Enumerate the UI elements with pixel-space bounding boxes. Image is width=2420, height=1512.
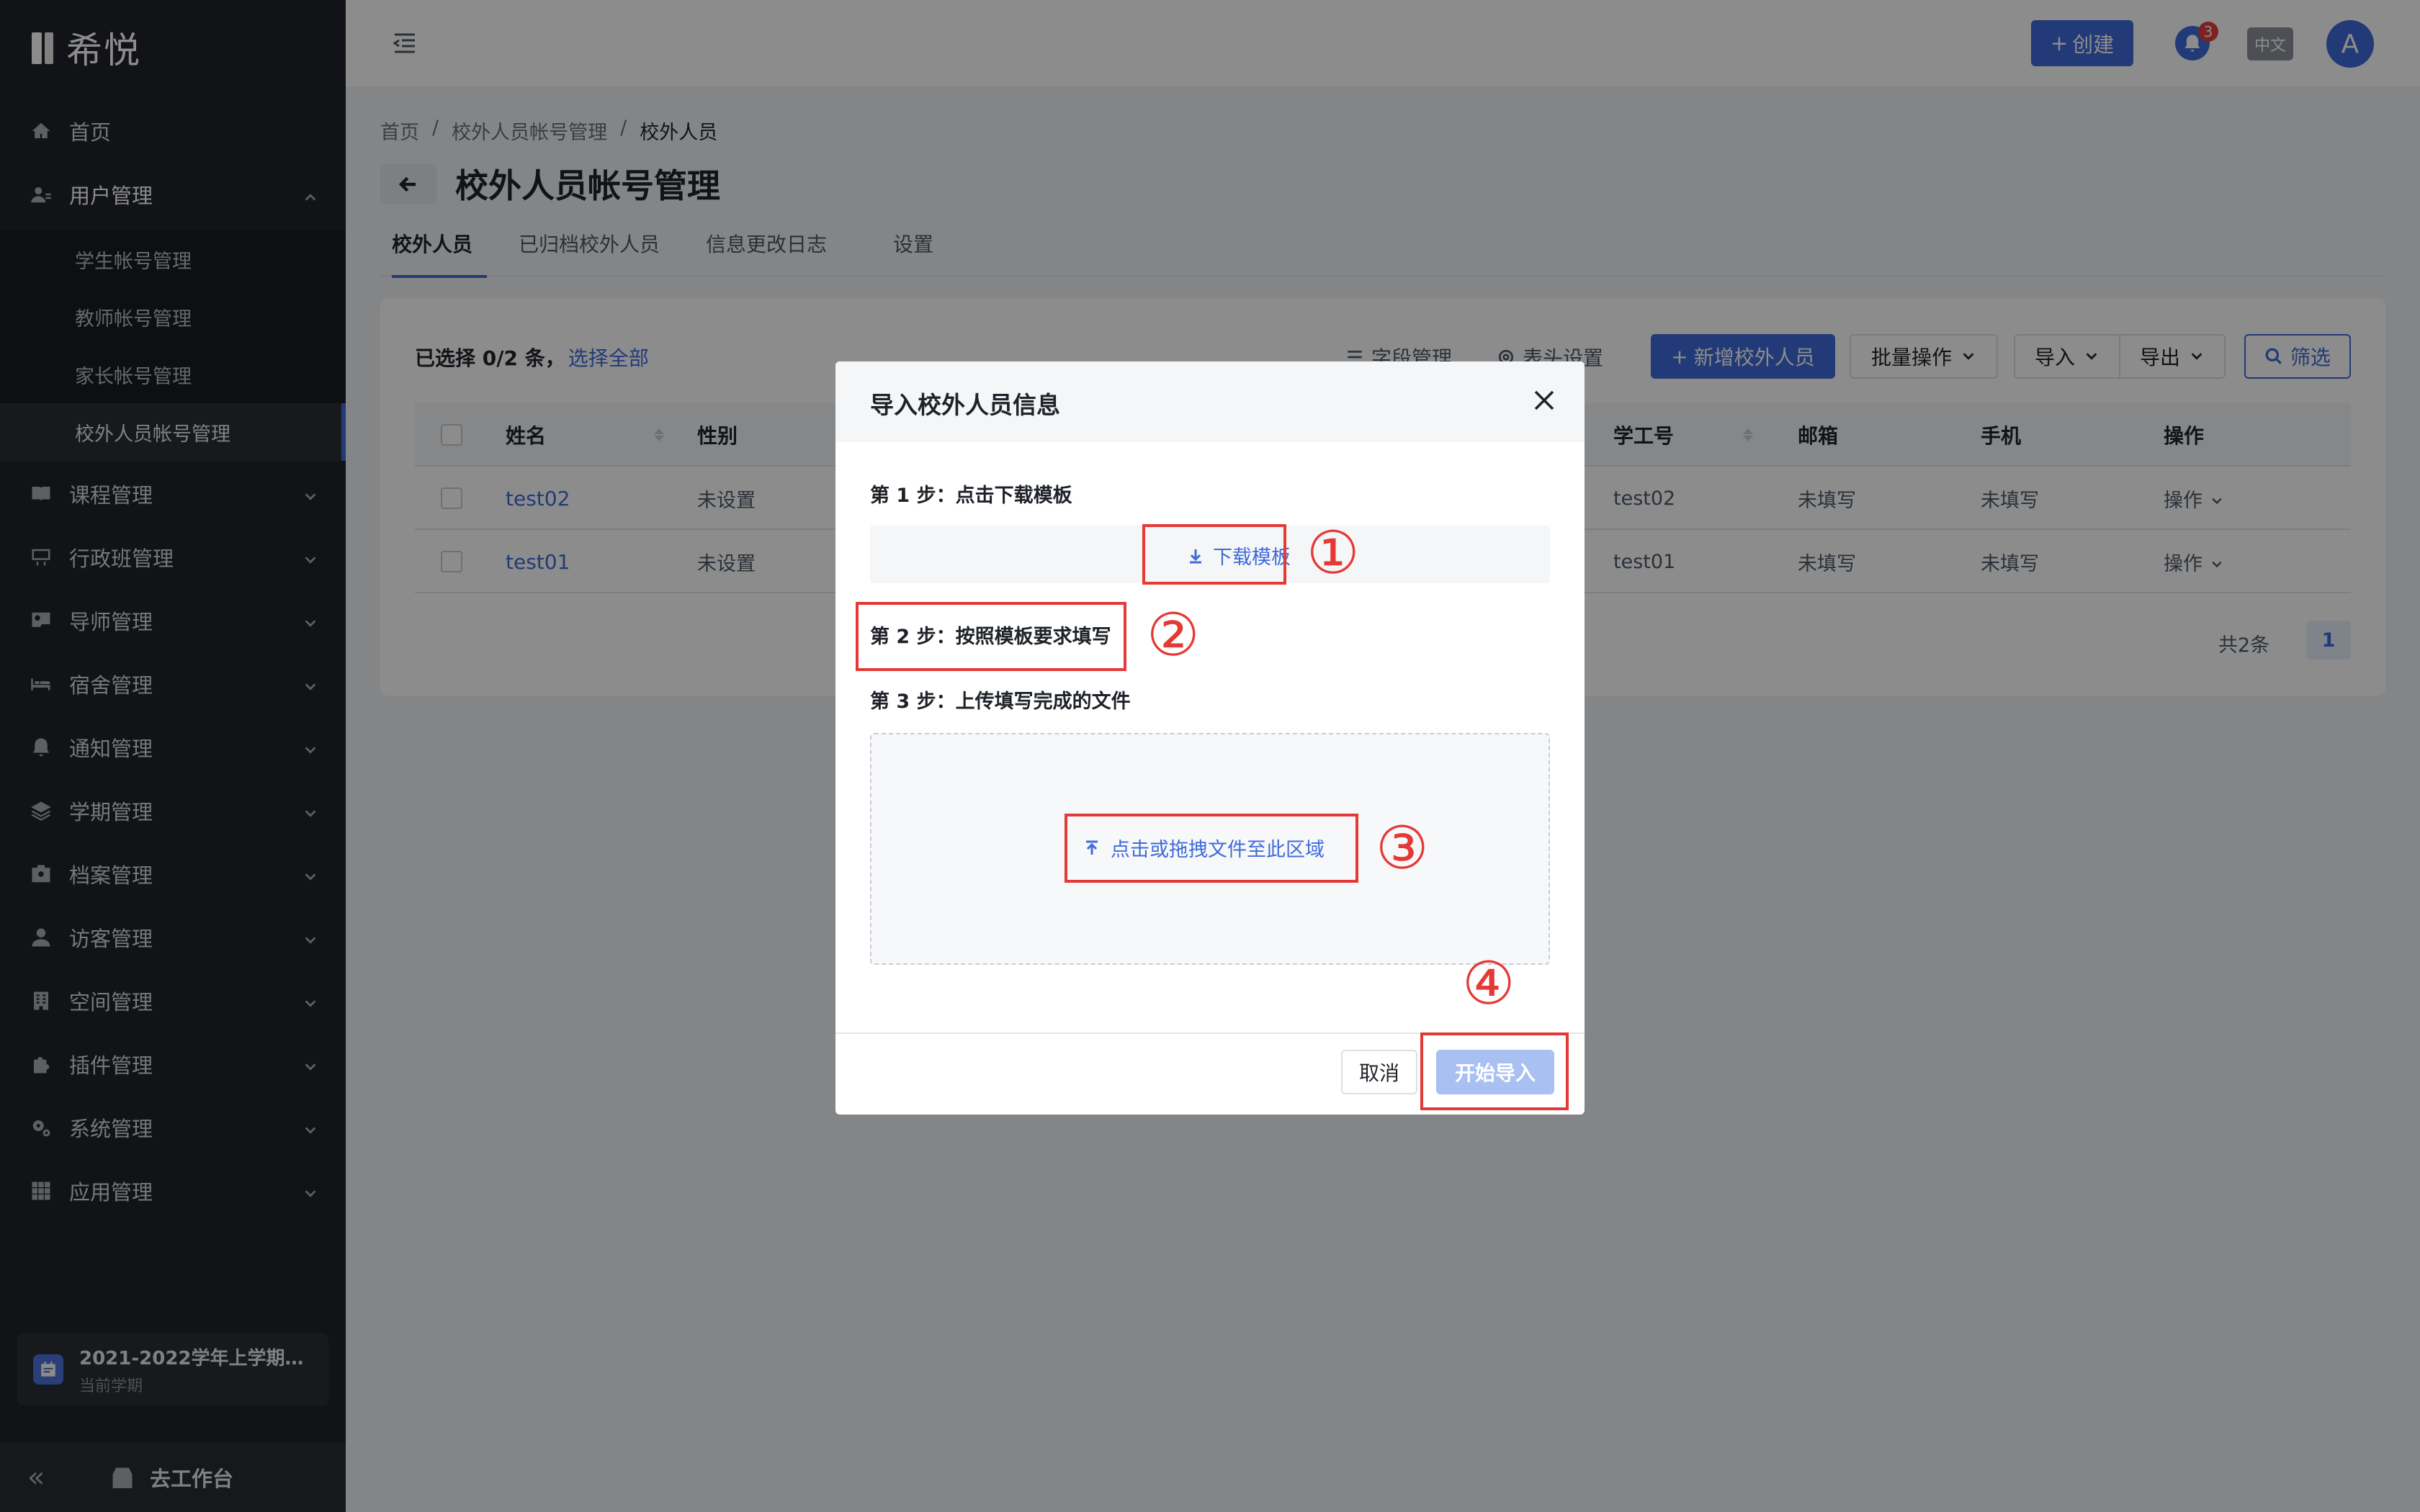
step-3-label: 第 3 步：上传填写完成的文件 (870, 690, 1131, 713)
close-icon[interactable] (1530, 386, 1559, 415)
annotation-number-2: ② (1147, 601, 1200, 670)
cancel-button[interactable]: 取消 (1341, 1050, 1417, 1094)
annotation-box-upload (1065, 814, 1358, 883)
annotation-box-download (1142, 524, 1286, 585)
step-1-label: 第 1 步：点击下载模板 (870, 485, 1072, 507)
annotation-box-step2 (856, 602, 1126, 671)
annotation-box-start (1420, 1032, 1569, 1110)
modal-header: 导入校外人员信息 (835, 361, 1585, 442)
annotation-number-4: ④ (1462, 950, 1515, 1018)
annotation-number-1: ① (1307, 519, 1360, 588)
modal-title: 导入校外人员信息 (870, 391, 1060, 419)
annotation-number-3: ③ (1376, 814, 1429, 883)
